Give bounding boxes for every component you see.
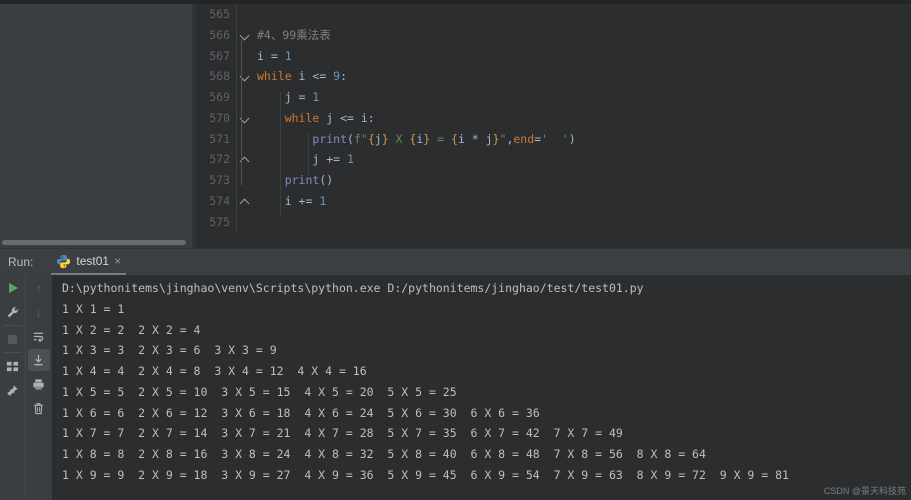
line-number: 571 (209, 131, 230, 146)
run-console: ↑ ↓ D:\pythonitems\jinghao\venv\Scripts\… (0, 275, 911, 500)
console-line: D:\pythonitems\jinghao\venv\Scripts\pyth… (62, 281, 644, 295)
code-text: j = 1 (257, 90, 320, 104)
toolbar-separator (3, 325, 22, 326)
fold-column (236, 24, 253, 46)
project-panel-hscrollbar[interactable] (2, 240, 186, 245)
clear-all-button[interactable] (28, 397, 50, 419)
pin-button[interactable] (2, 379, 24, 401)
line-number: 567 (209, 48, 230, 63)
code-editor[interactable]: 565 566 #4、99乘法表 567 i = 1 568 while i <= 9: 56… (196, 4, 911, 248)
code-text: j += 1 (257, 152, 354, 167)
indent-guide (280, 92, 281, 215)
play-icon (8, 283, 18, 293)
arrow-down-icon: ↓ (35, 304, 42, 320)
line-number: 574 (209, 193, 230, 208)
run-toolbar: ↑ ↓ (0, 275, 53, 500)
settings-button[interactable] (2, 301, 24, 323)
code-line[interactable]: 568 while i <= 9: (196, 66, 911, 87)
fold-column (236, 107, 253, 129)
console-output[interactable]: D:\pythonitems\jinghao\venv\Scripts\pyth… (53, 275, 911, 500)
soft-wrap-icon (33, 332, 44, 342)
console-line: 1 X 7 = 7 2 X 7 = 14 3 X 7 = 21 4 X 7 = … (62, 426, 623, 441)
code-text: i = 1 (257, 48, 292, 63)
tab-close-icon[interactable]: × (114, 255, 121, 267)
console-line: 1 X 4 = 4 2 X 4 = 8 3 X 4 = 12 4 X 4 = 1… (62, 364, 367, 378)
fold-column (236, 170, 253, 191)
fold-column (236, 190, 253, 212)
console-line: 1 X 8 = 8 2 X 8 = 16 3 X 8 = 24 4 X 8 = … (62, 447, 706, 461)
python-icon (56, 254, 71, 269)
soft-wrap-button[interactable] (28, 325, 50, 347)
layout-icon (6, 361, 19, 371)
run-label: Run: (8, 255, 34, 269)
stop-icon (8, 334, 17, 344)
code-line[interactable]: 567 i = 1 (196, 45, 911, 67)
fold-column (236, 66, 253, 87)
console-line: 1 X 5 = 5 2 X 5 = 10 3 X 5 = 15 4 X 5 = … (62, 384, 457, 399)
fold-column (236, 149, 253, 170)
fold-column (236, 211, 253, 233)
up-stack-trace-button[interactable]: ↑ (28, 277, 50, 299)
arrow-up-icon: ↑ (35, 280, 42, 296)
code-line[interactable]: 573 print() (196, 170, 911, 191)
down-stack-trace-button[interactable]: ↓ (28, 301, 50, 323)
indent-guide (308, 133, 309, 174)
console-line: 1 X 3 = 3 2 X 3 = 6 3 X 3 = 9 (62, 343, 277, 358)
watermark: CSDN @景天科技苑 (823, 486, 906, 496)
line-number: 566 (209, 27, 230, 42)
print-button[interactable] (28, 373, 50, 395)
console-line: 1 X 9 = 9 2 X 9 = 18 3 X 9 = 27 4 X 9 = … (62, 467, 789, 482)
line-number: 565 (209, 7, 230, 21)
code-text: i += 1 (257, 193, 327, 208)
console-line: 1 X 2 = 2 2 X 2 = 4 (62, 322, 201, 337)
fold-column (236, 128, 253, 150)
run-tab-test01[interactable]: test01 × (51, 249, 127, 275)
rerun-button[interactable] (2, 277, 24, 299)
line-number: 568 (209, 69, 230, 84)
line-number: 575 (209, 214, 230, 229)
code-text: print(f"{j} X {i} = {i * j}",end=' ') (312, 131, 576, 146)
stop-button[interactable] (2, 328, 24, 350)
line-number: 572 (209, 152, 230, 167)
code-line[interactable]: 569 j = 1 (196, 87, 911, 108)
code-line[interactable]: 575 (196, 211, 911, 233)
code-line[interactable]: 570 while j <= i: (196, 107, 911, 129)
console-line: 1 X 6 = 6 2 X 6 = 12 3 X 6 = 18 4 X 6 = … (62, 405, 540, 420)
code-line[interactable]: 565 (196, 4, 911, 25)
run-tab-title: test01 (76, 254, 110, 268)
project-panel (0, 4, 192, 248)
line-number: 570 (209, 110, 230, 125)
scroll-to-end-button[interactable] (27, 349, 50, 371)
restore-layout-button[interactable] (2, 355, 24, 377)
code-text: #4、99乘法表 (257, 27, 331, 42)
fold-end-icon[interactable] (239, 198, 250, 209)
fold-column (236, 87, 253, 108)
line-number: 573 (209, 173, 230, 187)
line-number: 569 (209, 90, 230, 104)
toolbar-separator (3, 352, 22, 353)
code-line[interactable]: 574 i += 1 (196, 190, 911, 212)
code-text: while j <= i: (284, 110, 375, 125)
pin-icon (7, 384, 18, 396)
trash-icon (34, 402, 43, 414)
fold-column (236, 45, 253, 67)
scroll-to-end-icon (34, 354, 43, 365)
printer-icon (33, 378, 44, 390)
wrench-icon (7, 306, 18, 317)
code-line[interactable]: 566 #4、99乘法表 (196, 24, 911, 46)
fold-column (236, 4, 253, 25)
fold-guide-line (241, 39, 242, 185)
code-text: while i <= 9: (257, 69, 348, 84)
code-line[interactable]: 571 print(f"{j} X {i} = {i * j}",end=' '… (196, 128, 911, 150)
code-line[interactable]: 572 j += 1 (196, 149, 911, 170)
code-text: print() (284, 173, 334, 187)
run-tool-window-header: Run: test01 × (0, 248, 911, 275)
console-line: 1 X 1 = 1 (62, 301, 125, 316)
